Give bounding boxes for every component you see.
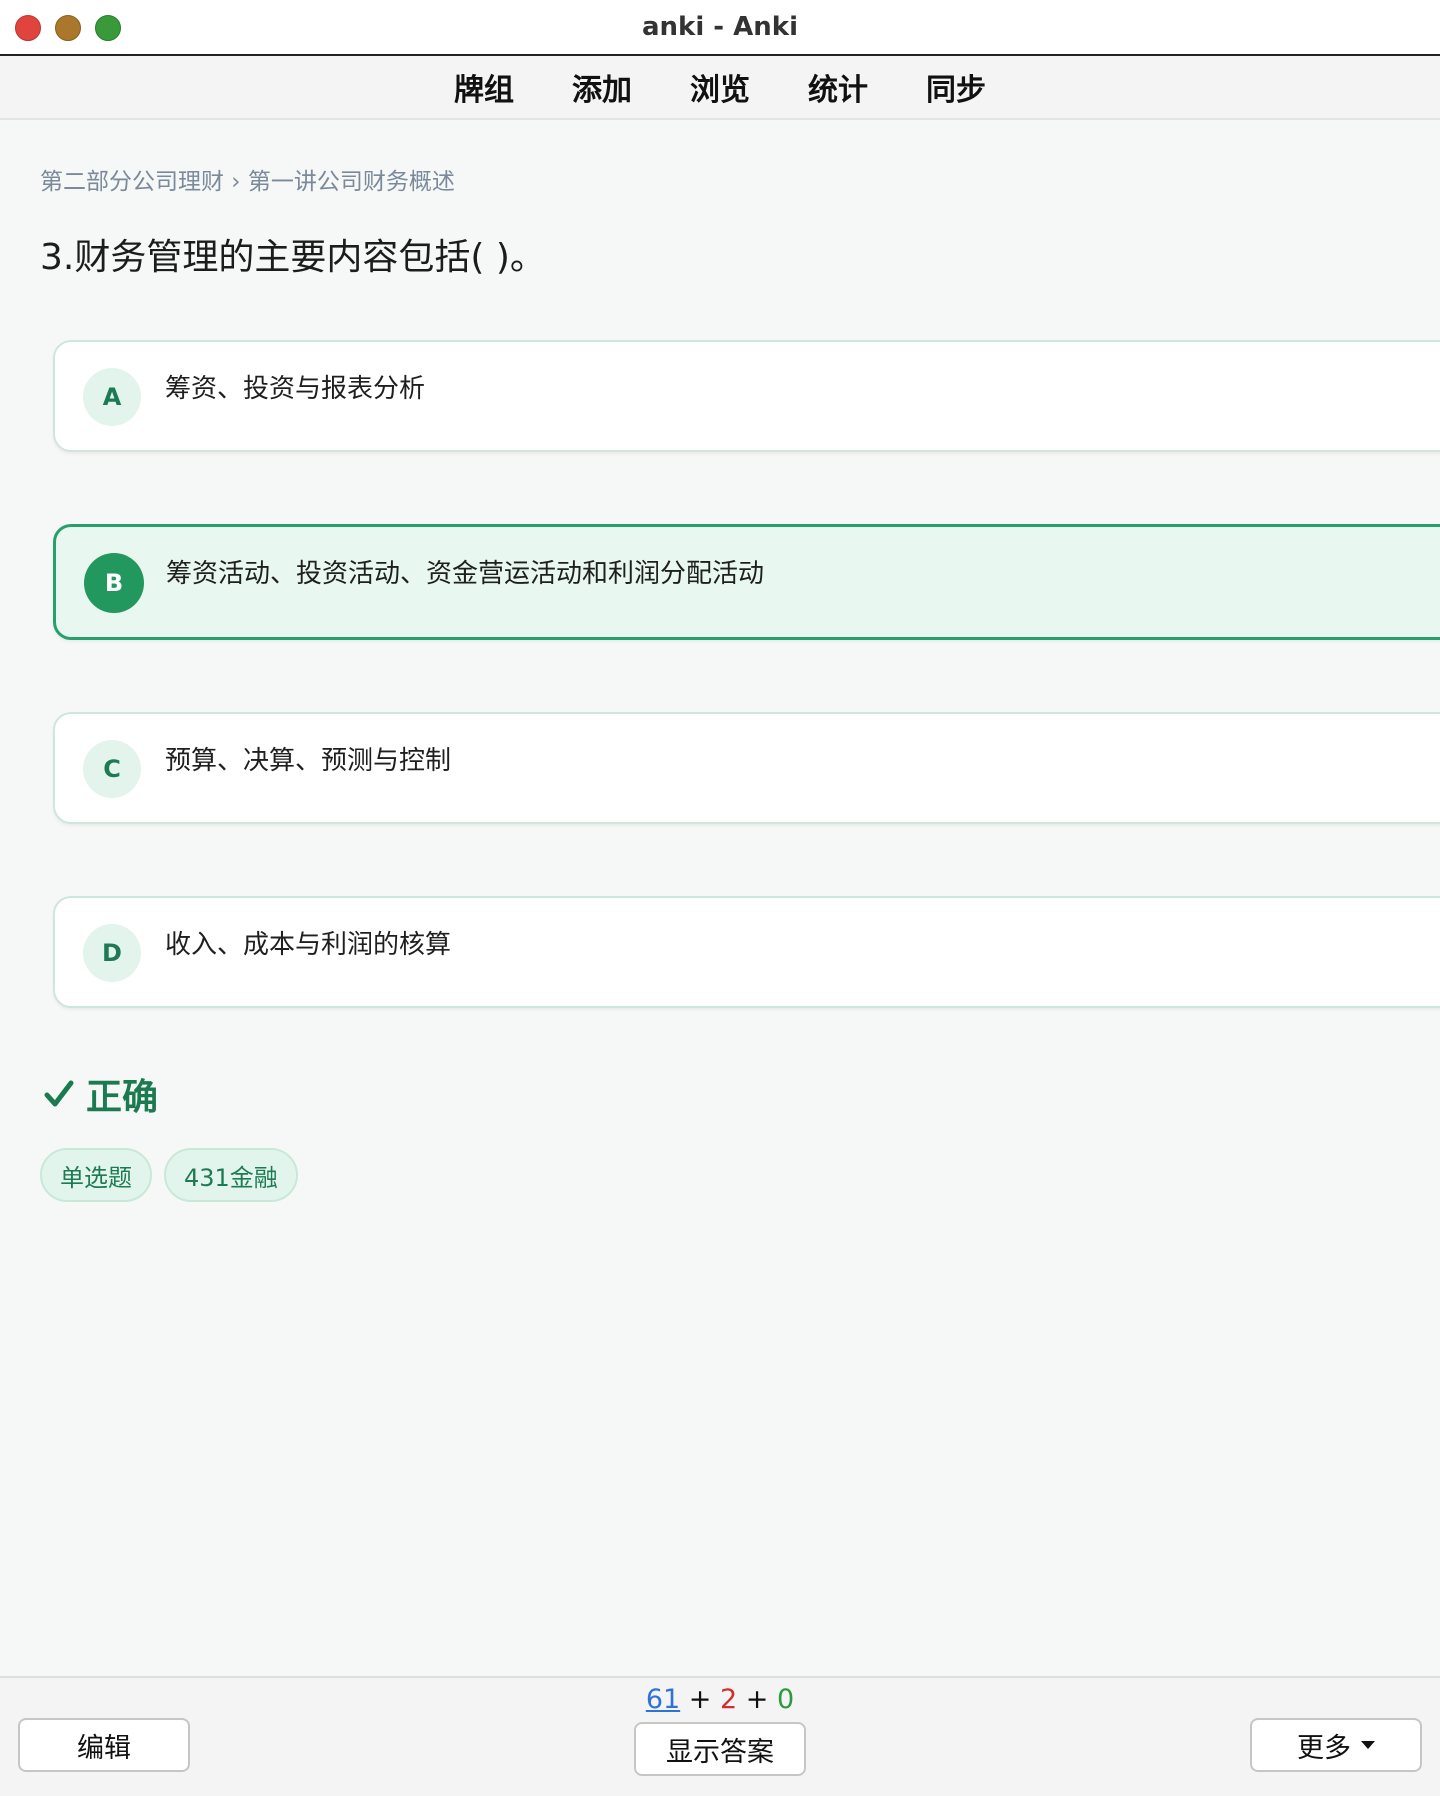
card-content: 第二部分公司理财 › 第一讲公司财务概述 3.财务管理的主要内容包括( )。 A… — [0, 122, 1440, 1674]
toolbar-add[interactable]: 添加 — [572, 65, 632, 109]
caret-down-icon — [1361, 1741, 1375, 1749]
option-d[interactable]: D 收入、成本与利润的核算 — [53, 896, 1440, 1008]
plus-separator: + — [745, 1684, 777, 1715]
toolbar-stats[interactable]: 统计 — [808, 65, 868, 109]
option-letter: B — [84, 553, 144, 613]
option-c[interactable]: C 预算、决算、预测与控制 — [53, 712, 1440, 824]
option-b[interactable]: B 筹资活动、投资活动、资金营运活动和利润分配活动 — [53, 524, 1440, 640]
tag-chip: 单选题 — [40, 1148, 152, 1202]
learn-count: 2 — [719, 1684, 738, 1715]
anki-window: anki - Anki 牌组 添加 浏览 统计 同步 第二部分公司理财 › 第一… — [0, 0, 1440, 1796]
edit-button-label: 编辑 — [77, 1732, 131, 1764]
breadcrumb: 第二部分公司理财 › 第一讲公司财务概述 — [40, 169, 455, 195]
show-answer-label: 显示答案 — [666, 1736, 774, 1768]
window-title: anki - Anki — [642, 12, 798, 42]
more-button[interactable]: 更多 — [1250, 1718, 1422, 1772]
new-count[interactable]: 61 — [646, 1684, 680, 1715]
show-answer-button[interactable]: 显示答案 — [634, 1722, 806, 1776]
option-text: 预算、决算、预测与控制 — [165, 746, 452, 776]
edit-button[interactable]: 编辑 — [18, 1718, 190, 1772]
bottom-bar: 61 + 2 + 0 编辑 显示答案 更多 — [0, 1676, 1440, 1796]
option-text: 筹资活动、投资活动、资金营运活动和利润分配活动 — [166, 559, 765, 589]
tag-list: 单选题 431金融 — [40, 1148, 310, 1202]
question-text: 3.财务管理的主要内容包括( )。 — [40, 237, 546, 278]
option-letter: C — [83, 740, 141, 798]
toolbar-browse[interactable]: 浏览 — [690, 65, 750, 109]
option-text: 筹资、投资与报表分析 — [165, 374, 426, 404]
toolbar-sync[interactable]: 同步 — [926, 65, 986, 109]
checkmark-icon — [44, 1080, 74, 1107]
option-letter: A — [83, 368, 141, 426]
plus-separator: + — [688, 1684, 720, 1715]
option-letter: D — [83, 924, 141, 982]
option-text: 收入、成本与利润的核算 — [165, 930, 452, 960]
main-toolbar: 牌组 添加 浏览 统计 同步 — [0, 56, 1440, 120]
toolbar-decks[interactable]: 牌组 — [454, 65, 514, 109]
result-text: 正确 — [86, 1077, 159, 1118]
review-count: 0 — [776, 1684, 795, 1715]
title-bar: anki - Anki — [0, 0, 1440, 56]
tag-chip: 431金融 — [164, 1148, 298, 1202]
result-indicator: 正确 — [44, 1068, 158, 1120]
more-button-label: 更多 — [1297, 1732, 1351, 1764]
option-a[interactable]: A 筹资、投资与报表分析 — [53, 340, 1440, 452]
due-counts: 61 + 2 + 0 — [0, 1684, 1440, 1715]
